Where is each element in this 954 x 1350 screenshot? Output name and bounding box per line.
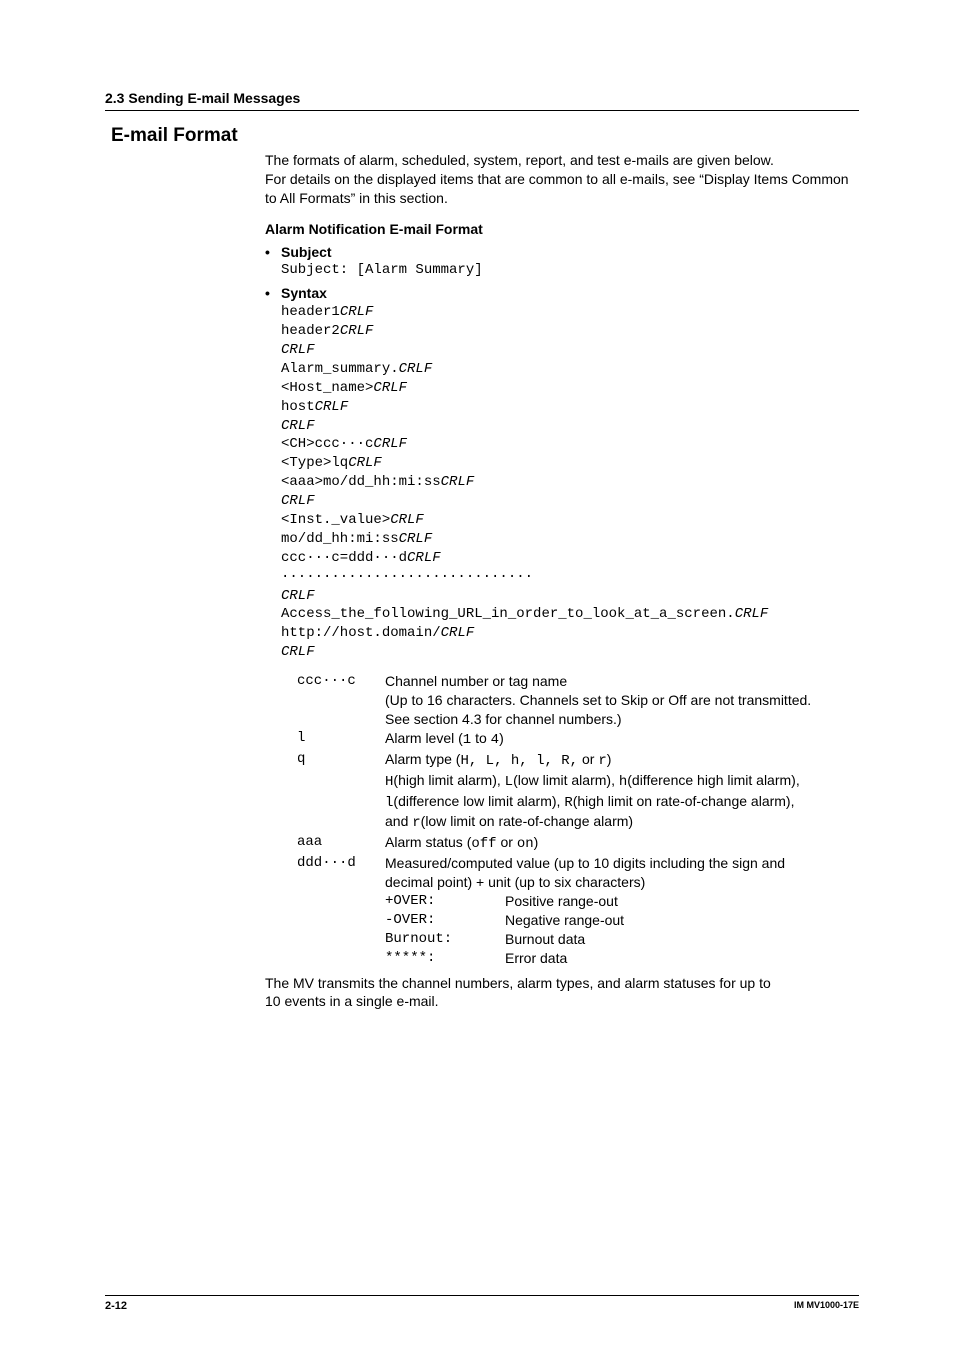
closing-l1: The MV transmits the channel numbers, al…: [265, 974, 859, 993]
syntax-line: CRLF: [281, 492, 859, 511]
page-footer: 2-12 IM MV1000-17E: [105, 1295, 859, 1312]
def-l-body: Alarm level (1 to 4): [385, 729, 859, 750]
def-ddd-l1: Measured/computed value (up to 10 digits…: [385, 854, 859, 873]
sub-def-row: Burnout:Burnout data: [385, 930, 859, 949]
def-ccc: ccc···c Channel number or tag name (Up t…: [297, 672, 859, 729]
def-ccc-l2: (Up to 16 characters. Channels set to Sk…: [385, 691, 859, 710]
sub-def-term: Burnout:: [385, 930, 505, 949]
def-ccc-l1: Channel number or tag name: [385, 672, 859, 691]
sub-def-desc: Error data: [505, 949, 567, 968]
syntax-line: CRLF: [281, 643, 859, 662]
def-q-l1: Alarm type (H, L, h, l, R, or r): [385, 750, 859, 771]
alarm-heading: Alarm Notification E-mail Format: [265, 220, 859, 239]
def-term: ddd···d: [297, 854, 385, 873]
bullet-icon: •: [265, 284, 281, 303]
def-term: l: [297, 729, 385, 748]
def-ddd-l2: decimal point) + unit (up to six charact…: [385, 873, 859, 892]
syntax-line: ccc···c=ddd···dCRLF: [281, 549, 859, 568]
def-q: q Alarm type (H, L, h, l, R, or r) H(hig…: [297, 750, 859, 834]
def-aaa: aaa Alarm status (off or on): [297, 833, 859, 854]
def-ddd-subdefs: +OVER:Positive range-out-OVER:Negative r…: [385, 892, 859, 968]
syntax-line: header1CRLF: [281, 303, 859, 322]
bullet-icon: •: [265, 243, 281, 262]
sub-def-term: -OVER:: [385, 911, 505, 930]
syntax-line: mo/dd_hh:mi:ssCRLF: [281, 530, 859, 549]
def-term: aaa: [297, 833, 385, 852]
doc-id: IM MV1000-17E: [794, 1300, 859, 1312]
def-ccc-l3: See section 4.3 for channel numbers.): [385, 710, 859, 729]
sub-def-desc: Positive range-out: [505, 892, 618, 911]
syntax-line: Alarm_summary.CRLF: [281, 360, 859, 379]
intro-line-2: For details on the displayed items that …: [265, 170, 859, 208]
sub-def-term: +OVER:: [385, 892, 505, 911]
def-q-l3: l(difference low limit alarm), R(high li…: [385, 792, 859, 813]
sub-def-desc: Burnout data: [505, 930, 585, 949]
syntax-line: CRLF: [281, 417, 859, 436]
syntax-line: Access_the_following_URL_in_order_to_loo…: [281, 605, 859, 624]
page-title: E-mail Format: [105, 125, 859, 147]
syntax-line: http://host.domain/CRLF: [281, 624, 859, 643]
sub-def-row: *****:Error data: [385, 949, 859, 968]
syntax-line: CRLF: [281, 341, 859, 360]
sub-def-term: *****:: [385, 949, 505, 968]
section-header: 2.3 Sending E-mail Messages: [105, 90, 859, 111]
def-ddd: ddd···d Measured/computed value (up to 1…: [297, 854, 859, 967]
def-term: ccc···c: [297, 672, 385, 691]
def-aaa-body: Alarm status (off or on): [385, 833, 859, 854]
definitions-block: ccc···c Channel number or tag name (Up t…: [297, 672, 859, 967]
def-term: q: [297, 750, 385, 769]
subject-label: Subject: [281, 243, 332, 262]
sub-def-row: +OVER:Positive range-out: [385, 892, 859, 911]
def-l: l Alarm level (1 to 4): [297, 729, 859, 750]
syntax-line: <Inst._value>CRLF: [281, 511, 859, 530]
syntax-line: hostCRLF: [281, 398, 859, 417]
syntax-line: <Type>lqCRLF: [281, 454, 859, 473]
page-number: 2-12: [105, 1300, 127, 1312]
intro-line-1: The formats of alarm, scheduled, system,…: [265, 151, 859, 170]
closing-l2: 10 events in a single e-mail.: [265, 992, 859, 1011]
subject-line: Subject: [Alarm Summary]: [281, 261, 859, 280]
sub-def-desc: Negative range-out: [505, 911, 624, 930]
syntax-line: <Host_name>CRLF: [281, 379, 859, 398]
syntax-line: CRLF: [281, 587, 859, 606]
syntax-label: Syntax: [281, 284, 327, 303]
def-q-l2: H(high limit alarm), L(low limit alarm),…: [385, 771, 859, 792]
def-q-l4: and r(low limit on rate-of-change alarm): [385, 812, 859, 833]
syntax-line: <aaa>mo/dd_hh:mi:ssCRLF: [281, 473, 859, 492]
syntax-line: header2CRLF: [281, 322, 859, 341]
syntax-block: header1CRLFheader2CRLFCRLFAlarm_summary.…: [281, 303, 859, 662]
syntax-line: <CH>ccc···cCRLF: [281, 435, 859, 454]
syntax-line: ······························: [281, 568, 859, 587]
sub-def-row: -OVER:Negative range-out: [385, 911, 859, 930]
